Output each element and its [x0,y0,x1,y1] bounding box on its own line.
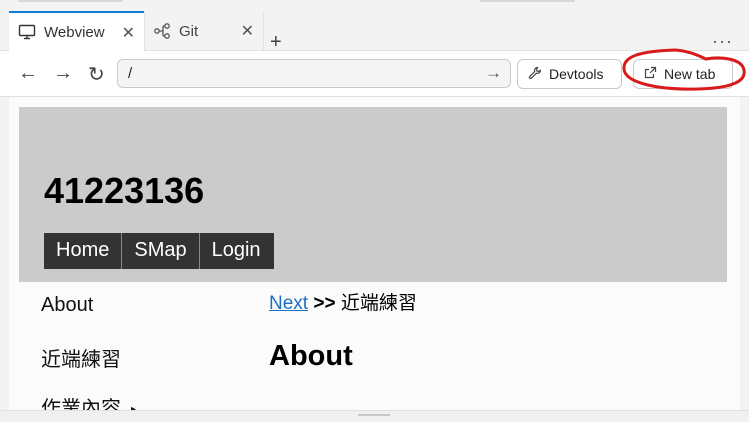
bottom-panel-edge [0,410,749,422]
external-link-icon [644,66,657,82]
top-strip-segment [18,0,123,2]
url-input[interactable]: / → [117,59,511,88]
site-header: 41223136 Home SMap Login [19,107,727,282]
site-menu: Home SMap Login [44,233,274,269]
breadcrumb-current: 近端練習 [340,293,417,314]
resize-sash[interactable] [358,414,390,416]
sidebar-item-label: About [41,294,94,316]
top-strip-segment [480,0,575,2]
sidebar-item-label: 作業內容 [41,398,121,410]
forward-arrow-icon[interactable]: → [53,62,73,85]
new-tab-button[interactable]: New tab [633,59,733,89]
breadcrumb-separator: >> [313,293,336,314]
close-icon[interactable]: ✕ [122,23,135,43]
wrench-icon [528,66,542,83]
webview-toolbar: ← → ↻ / → Devtools New tab [0,51,749,97]
tab-bar: Webview ✕ Git ✕ + ··· [0,11,749,53]
tab-webview[interactable]: Webview ✕ [9,11,144,51]
next-link[interactable]: Next [269,293,308,314]
devtools-button[interactable]: Devtools [517,59,622,89]
webview-content: 41223136 Home SMap Login About 近端練習 作業內容… [9,97,740,410]
tab-label: Git [179,22,199,40]
site-title: 41223136 [44,170,205,211]
breadcrumb: Next >> 近端練習 [269,288,417,315]
url-text: / [128,65,133,82]
sidebar-item-about[interactable]: About [41,294,136,343]
site-sidebar: About 近端練習 作業內容 ▸ [41,294,136,410]
menu-item-home[interactable]: Home [44,233,123,269]
menu-item-login[interactable]: Login [199,233,274,269]
sidebar-item-homework[interactable]: 作業內容 ▸ [41,392,136,410]
sidebar-item-label: 近端練習 [41,349,121,371]
tab-label: Webview [44,23,105,41]
right-gutter [740,97,749,410]
go-arrow-icon[interactable]: → [485,63,502,83]
devtools-label: Devtools [549,66,604,82]
sidebar-item-practice[interactable]: 近端練習 [41,343,136,392]
menu-item-smap[interactable]: SMap [122,233,200,269]
new-tab-label: New tab [664,66,716,82]
page-heading: About [269,340,353,372]
back-arrow-icon[interactable]: ← [18,62,38,85]
window-top-strip [0,0,749,11]
reload-icon[interactable]: ↻ [88,62,105,87]
close-icon[interactable]: ✕ [241,21,254,41]
git-graph-icon [153,22,171,40]
monitor-icon [18,23,36,41]
tab-git[interactable]: Git ✕ [144,11,264,51]
more-icon[interactable]: ··· [712,31,733,52]
left-gutter [0,97,9,410]
